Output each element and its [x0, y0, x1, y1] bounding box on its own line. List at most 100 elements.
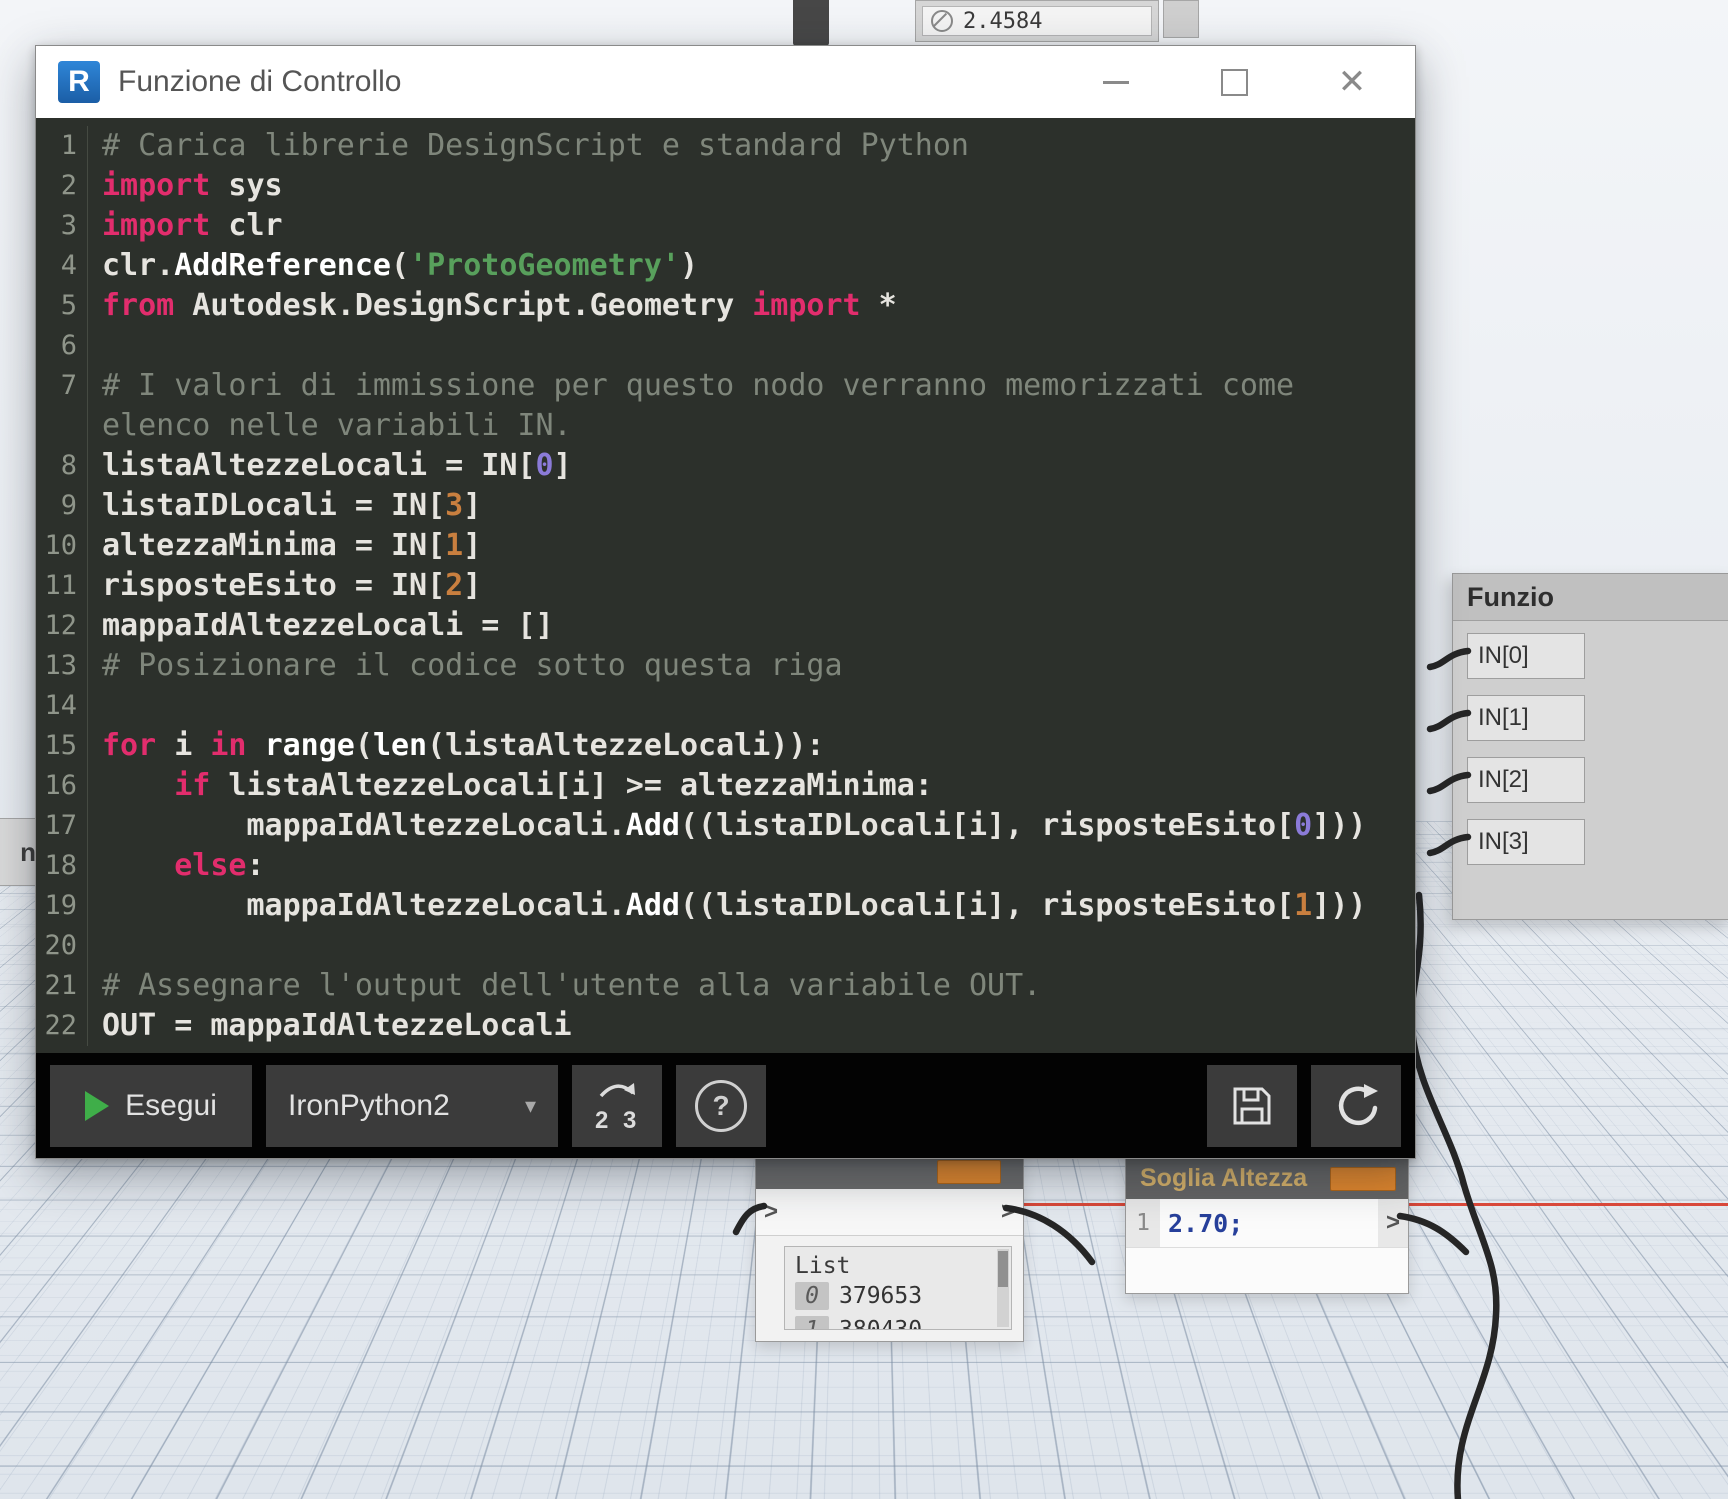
input-port[interactable]: IN[3] — [1467, 819, 1585, 865]
code-block-text[interactable]: 2.70; — [1160, 1199, 1378, 1247]
minimize-button[interactable] — [1099, 65, 1133, 99]
close-icon: ✕ — [1338, 65, 1367, 99]
window-title-bar[interactable]: R Funzione di Controllo ✕ — [36, 46, 1415, 118]
line-content — [88, 326, 1402, 366]
code-line: 10altezzaMinima = IN[1] — [36, 526, 1415, 566]
line-content: mappaIdAltezzeLocali.Add((listaIDLocali[… — [88, 886, 1402, 926]
line-content: listaIDLocali = IN[3] — [88, 486, 1402, 526]
save-button[interactable] — [1207, 1065, 1297, 1147]
line-number: 20 — [36, 926, 88, 966]
code-editor[interactable]: 1# Carica librerie DesignScript e standa… — [36, 118, 1415, 1053]
svg-text:3: 3 — [623, 1107, 636, 1134]
editor-toolbar: Esegui IronPython2 ▾ 2 3 ? — [36, 1053, 1415, 1158]
fragment-label: n — [20, 837, 36, 868]
engine-dropdown-label: IronPython2 — [288, 1089, 450, 1123]
funzione-node-header[interactable]: Funzio — [1453, 574, 1728, 621]
maximize-button[interactable] — [1217, 65, 1251, 99]
engine-dropdown[interactable]: IronPython2 ▾ — [266, 1065, 558, 1147]
warning-badge — [1330, 1167, 1396, 1191]
line-number: 6 — [36, 326, 88, 366]
play-icon — [85, 1091, 109, 1121]
output-port[interactable]: > — [1378, 1199, 1408, 1247]
run-button[interactable]: Esegui — [50, 1065, 252, 1147]
line-number: 17 — [36, 806, 88, 846]
list-preview-title: List — [795, 1253, 1011, 1279]
line-number: 16 — [36, 766, 88, 806]
line-content: from Autodesk.DesignScript.Geometry impo… — [88, 286, 1402, 326]
migration-assistant-button[interactable]: 2 3 — [572, 1065, 662, 1147]
code-line: 9listaIDLocali = IN[3] — [36, 486, 1415, 526]
code-line: 4clr.AddReference('ProtoGeometry') — [36, 246, 1415, 286]
line-number: 12 — [36, 606, 88, 646]
list-item-value: 380430 — [839, 1317, 922, 1330]
save-icon — [1228, 1082, 1276, 1130]
input-port[interactable]: IN[2] — [1467, 757, 1585, 803]
list-item: 1380430 — [795, 1313, 1011, 1330]
code-line: 8listaAltezzeLocali = IN[0] — [36, 446, 1415, 486]
line-number: 13 — [36, 646, 88, 686]
line-content: OUT = mappaIdAltezzeLocali — [88, 1006, 1402, 1046]
soglia-node-title: Soglia Altezza — [1140, 1164, 1307, 1193]
slider-node-fragment[interactable]: 2.4584 — [915, 0, 1159, 42]
warning-badge — [937, 1160, 1001, 1184]
revert-button[interactable] — [1311, 1065, 1401, 1147]
code-line: 3import clr — [36, 206, 1415, 246]
code-line: 12mappaIdAltezzeLocali = [] — [36, 606, 1415, 646]
line-number: 18 — [36, 846, 88, 886]
migration-icon: 2 3 — [587, 1078, 647, 1134]
list-item: 0379653 — [795, 1279, 1011, 1313]
line-number: 2 — [36, 166, 88, 206]
code-line: 7# I valori di immissione per questo nod… — [36, 366, 1415, 446]
line-content: clr.AddReference('ProtoGeometry') — [88, 246, 1402, 286]
line-number: 8 — [36, 446, 88, 486]
close-button[interactable]: ✕ — [1335, 65, 1369, 99]
list-scrollbar[interactable] — [997, 1249, 1009, 1327]
code-line: 15for i in range(len(listaAltezzeLocali)… — [36, 726, 1415, 766]
help-icon: ? — [695, 1080, 747, 1132]
line-number: 3 — [36, 206, 88, 246]
line-number: 9 — [36, 486, 88, 526]
code-line: 22OUT = mappaIdAltezzeLocali — [36, 1006, 1415, 1046]
line-content: for i in range(len(listaAltezzeLocali)): — [88, 726, 1402, 766]
line-number: 7 — [36, 366, 88, 446]
revert-icon — [1332, 1082, 1380, 1130]
input-port[interactable]: IN[1] — [1467, 695, 1585, 741]
list-item-index: 0 — [795, 1282, 829, 1310]
list-node[interactable]: > > List 03796531380430 — [755, 1150, 1024, 1342]
line-number: 21 — [36, 966, 88, 1006]
line-content: import sys — [88, 166, 1402, 206]
null-icon — [931, 10, 953, 32]
line-number: 1 — [36, 126, 88, 166]
chevron-down-icon: ▾ — [525, 1093, 536, 1119]
code-line: 16 if listaAltezzeLocali[i] >= altezzaMi… — [36, 766, 1415, 806]
line-content — [88, 686, 1402, 726]
soglia-altezza-node[interactable]: Soglia Altezza 1 2.70; > — [1125, 1140, 1409, 1294]
code-line: 18 else: — [36, 846, 1415, 886]
soglia-code-row: 1 2.70; > — [1126, 1199, 1408, 1248]
maximize-icon — [1221, 69, 1248, 96]
code-line: 1# Carica librerie DesignScript e standa… — [36, 126, 1415, 166]
node-fragment-top — [793, 0, 829, 46]
dynamo-workspace[interactable]: 2.4584 n Funzio IN[0] IN[1] IN[2] IN[3] > >… — [0, 0, 1728, 1499]
funzione-node[interactable]: Funzio IN[0] IN[1] IN[2] IN[3] — [1452, 573, 1728, 920]
python-editor-window: R Funzione di Controllo ✕ 1# Carica libr… — [35, 45, 1416, 1159]
code-line-number: 1 — [1126, 1199, 1160, 1247]
line-number: 4 — [36, 246, 88, 286]
line-number: 15 — [36, 726, 88, 766]
revit-logo-icon: R — [58, 61, 100, 103]
output-port[interactable]: > — [1001, 1198, 1015, 1226]
line-content: mappaIdAltezzeLocali = [] — [88, 606, 1402, 646]
scrollbar-thumb[interactable] — [998, 1251, 1008, 1287]
line-number: 22 — [36, 1006, 88, 1046]
list-node-port-row: > > — [756, 1189, 1023, 1236]
line-number: 14 — [36, 686, 88, 726]
input-port[interactable]: IN[0] — [1467, 633, 1585, 679]
minimize-icon — [1103, 81, 1129, 84]
line-number: 11 — [36, 566, 88, 606]
help-button[interactable]: ? — [676, 1065, 766, 1147]
node-fragment-small-box — [1163, 0, 1199, 38]
line-number: 10 — [36, 526, 88, 566]
input-port[interactable]: > — [764, 1198, 778, 1226]
line-content: # Carica librerie DesignScript e standar… — [88, 126, 1402, 166]
code-line: 17 mappaIdAltezzeLocali.Add((listaIDLoca… — [36, 806, 1415, 846]
